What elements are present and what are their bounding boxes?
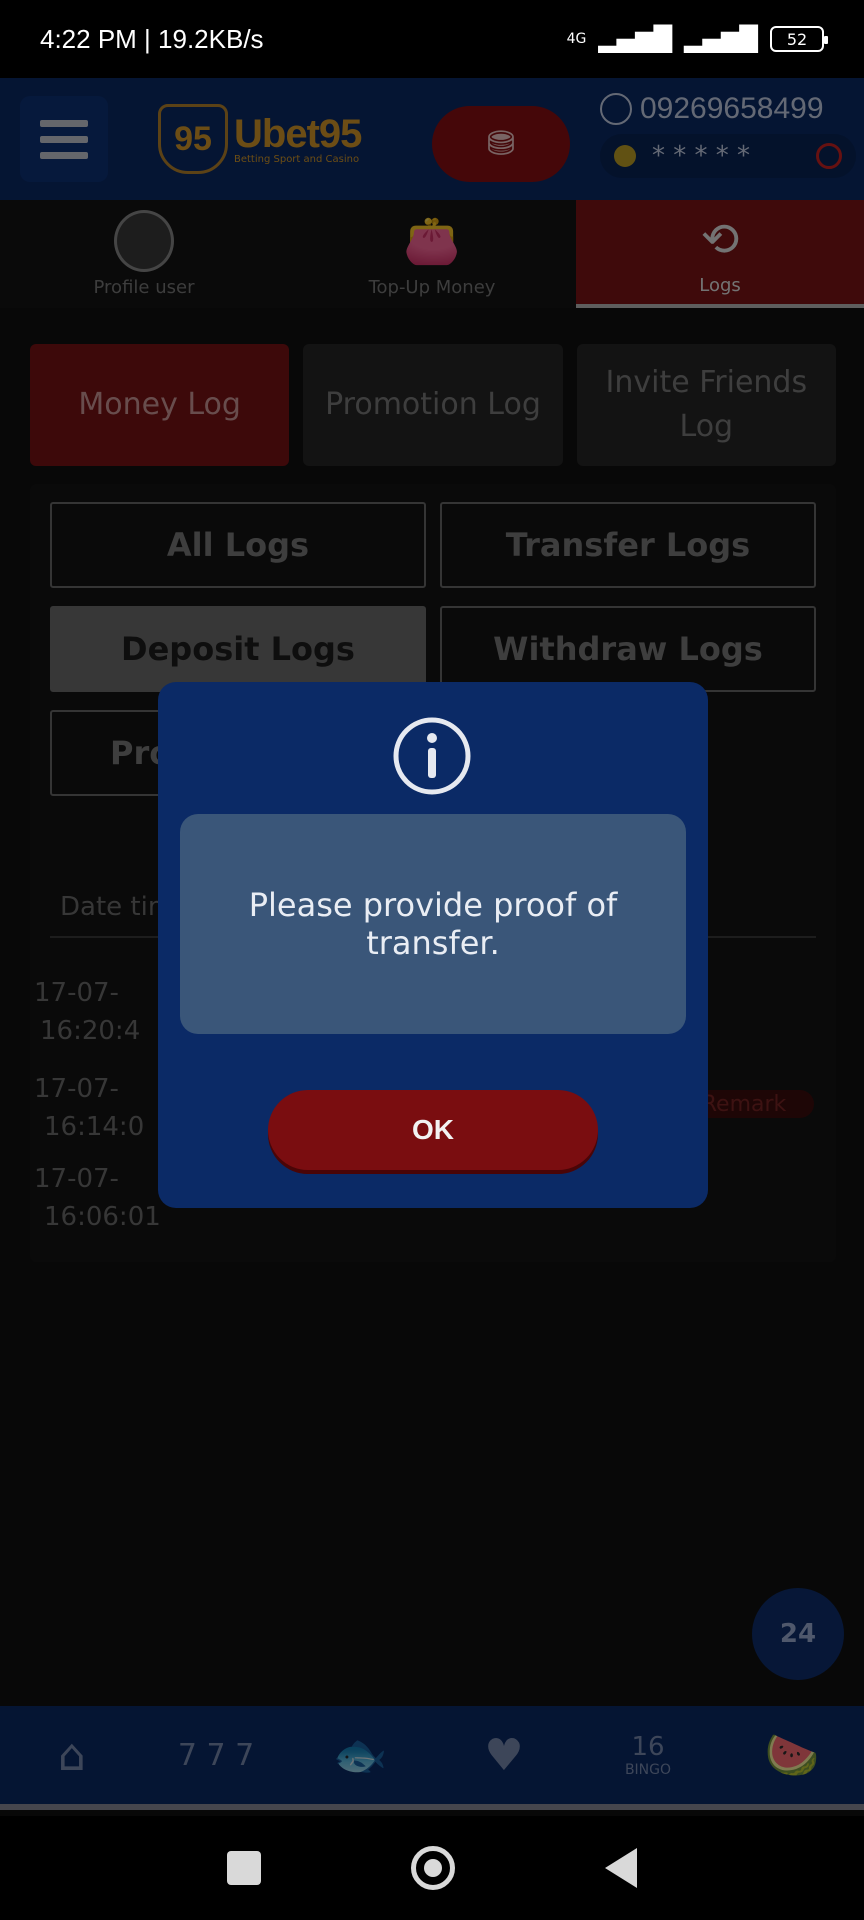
battery-icon: 52: [770, 26, 828, 52]
dialog-message: Please provide proof of transfer.: [180, 814, 686, 1034]
ok-button[interactable]: OK: [268, 1090, 598, 1170]
network-label: 4G: [566, 31, 587, 47]
alert-dialog: Please provide proof of transfer. OK: [158, 682, 708, 1208]
status-time: 4:22 PM | 19.2KB/s: [40, 23, 264, 54]
signal-icon: ▂▄▆█: [598, 25, 673, 53]
status-bar: 4:22 PM | 19.2KB/s 4G ▂▄▆█ ▂▄▆█ 52: [0, 0, 864, 78]
recents-icon[interactable]: [227, 1851, 261, 1885]
status-icons: 4G ▂▄▆█ ▂▄▆█ 52: [566, 25, 828, 53]
info-icon: [393, 717, 471, 795]
back-icon[interactable]: [605, 1848, 637, 1888]
android-nav-bar: [0, 1816, 864, 1920]
signal-icon-2: ▂▄▆█: [684, 25, 758, 53]
home-nav-icon[interactable]: [411, 1846, 455, 1890]
